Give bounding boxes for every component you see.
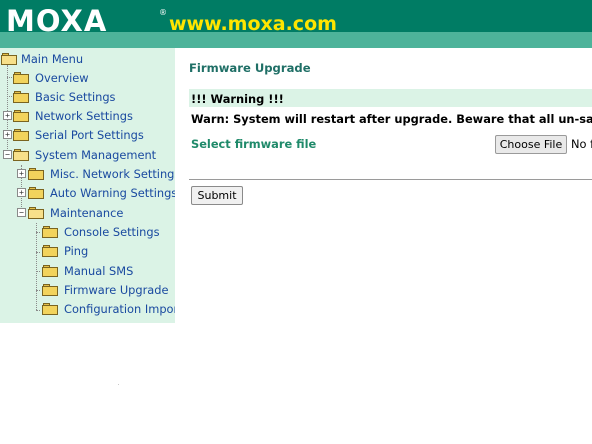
- sidebar-item-label: Main Menu: [21, 52, 84, 66]
- expand-icon[interactable]: +: [17, 188, 26, 197]
- sidebar-item-label: Manual SMS: [64, 264, 134, 278]
- sidebar-item-console-settings[interactable]: Console Settings: [0, 223, 175, 241]
- folder-icon: [28, 168, 44, 180]
- folder-icon: [42, 226, 58, 238]
- sidebar-item-misc-network-settings[interactable]: + Misc. Network Settings: [0, 165, 175, 183]
- folder-icon: [13, 91, 29, 103]
- sidebar-item-network-settings[interactable]: + Network Settings: [0, 107, 175, 125]
- expand-icon[interactable]: +: [3, 111, 12, 120]
- sidebar-item-maintenance[interactable]: − Maintenance: [0, 204, 175, 222]
- sidebar-item-auto-warning-settings[interactable]: + Auto Warning Settings: [0, 184, 175, 202]
- sidebar-menu-tree: Main Menu Overview Basic Settings + Netw…: [0, 48, 175, 323]
- warning-text: Warn: System will restart after upgrade.…: [191, 112, 592, 126]
- sidebar-item-label: Misc. Network Settings: [50, 167, 175, 181]
- divider: [189, 179, 592, 180]
- folder-icon: [13, 72, 29, 84]
- folder-open-icon: [1, 53, 17, 65]
- website-url[interactable]: www.moxa.com: [169, 11, 337, 37]
- folder-icon: [13, 110, 29, 122]
- folder-icon: [13, 129, 29, 141]
- sidebar-item-configuration-import[interactable]: Configuration Import: [0, 300, 175, 318]
- sidebar-item-label: Serial Port Settings: [35, 128, 144, 142]
- sidebar-item-label: Network Settings: [35, 109, 133, 123]
- sidebar-item-main-menu[interactable]: Main Menu: [0, 50, 175, 68]
- stray-pixel: [118, 384, 119, 385]
- sidebar-item-ping[interactable]: Ping: [0, 242, 175, 260]
- submit-button[interactable]: Submit: [191, 186, 243, 205]
- sidebar-item-label: Basic Settings: [35, 90, 116, 104]
- sidebar-item-label: Overview: [35, 71, 89, 85]
- sidebar-item-label: Configuration Import: [64, 302, 175, 316]
- folder-icon: [42, 265, 58, 277]
- sidebar-item-system-management[interactable]: − System Management: [0, 146, 175, 164]
- page-title: Firmware Upgrade: [189, 61, 311, 75]
- expand-icon[interactable]: +: [3, 130, 12, 139]
- folder-icon: [42, 284, 58, 296]
- sidebar-item-label: System Management: [35, 148, 157, 162]
- sidebar-item-label: Firmware Upgrade: [64, 283, 169, 297]
- sidebar-item-firmware-upgrade[interactable]: Firmware Upgrade: [0, 281, 175, 299]
- folder-open-icon: [13, 149, 29, 161]
- sidebar-item-basic-settings[interactable]: Basic Settings: [0, 88, 175, 106]
- sidebar-item-manual-sms[interactable]: Manual SMS: [0, 262, 175, 280]
- warning-title: !!! Warning !!!: [191, 92, 284, 106]
- file-status-text: No file chosen: [571, 137, 592, 151]
- sidebar-item-overview[interactable]: Overview: [0, 69, 175, 87]
- sidebar-item-label: Auto Warning Settings: [50, 186, 175, 200]
- expand-icon[interactable]: +: [17, 169, 26, 178]
- sidebar-item-label: Maintenance: [50, 206, 124, 220]
- folder-open-icon: [28, 207, 44, 219]
- sidebar-item-serial-port-settings[interactable]: + Serial Port Settings: [0, 126, 175, 144]
- sidebar-item-label: Console Settings: [64, 225, 160, 239]
- sidebar-item-label: Ping: [64, 244, 89, 258]
- folder-icon: [28, 187, 44, 199]
- collapse-icon[interactable]: −: [17, 208, 26, 217]
- folder-icon: [42, 303, 58, 315]
- firmware-file-label: Select firmware file: [191, 137, 317, 151]
- choose-file-button[interactable]: Choose File: [495, 135, 567, 154]
- moxa-logo: MOXA: [6, 4, 108, 38]
- main-content: Firmware Upgrade !!! Warning !!! Warn: S…: [175, 48, 592, 444]
- folder-icon: [42, 245, 58, 257]
- registered-mark: ®: [159, 8, 167, 17]
- collapse-icon[interactable]: −: [3, 150, 12, 159]
- moxa-header: MOXA ® www.moxa.com: [0, 0, 592, 48]
